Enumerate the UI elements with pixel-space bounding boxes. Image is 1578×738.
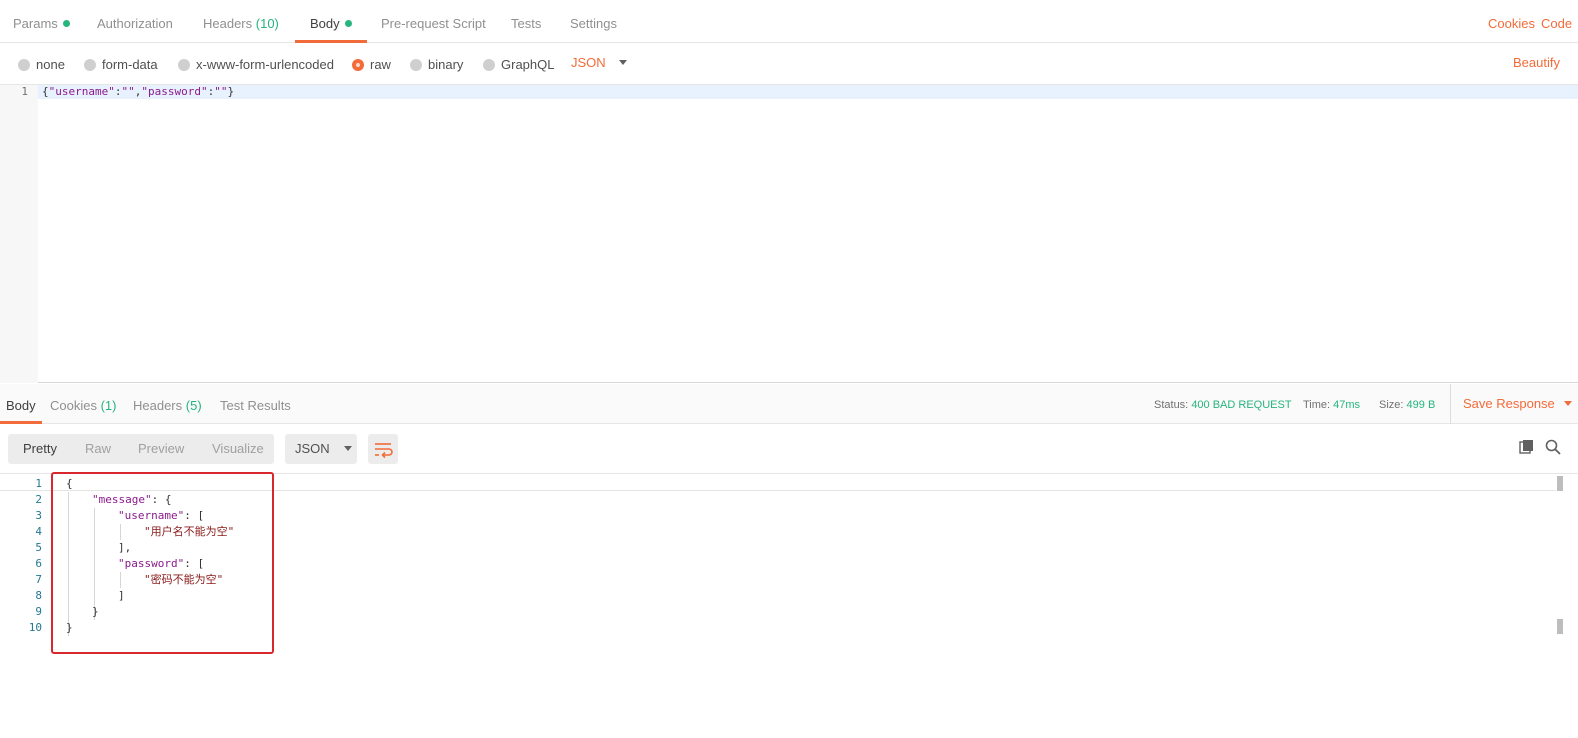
cookies-link[interactable]: Cookies xyxy=(1488,5,1535,43)
radio-graphql-circle xyxy=(483,59,495,71)
line-gutter xyxy=(0,85,38,383)
radio-form-data-label: form-data xyxy=(102,57,158,72)
radio-urlencoded[interactable]: x-www-form-urlencoded xyxy=(178,57,334,73)
line-number: 6 xyxy=(35,557,42,570)
resp-tab-headers-label: Headers xyxy=(133,398,183,413)
view-visualize-button[interactable]: Visualize xyxy=(212,434,264,464)
tab-tests[interactable]: Tests xyxy=(511,5,541,43)
radio-graphql-label: GraphQL xyxy=(501,57,555,72)
radio-raw-label: raw xyxy=(370,57,391,72)
size-value[interactable]: 499 B xyxy=(1407,399,1436,411)
line-number: 3 xyxy=(35,509,42,522)
radio-none-label: none xyxy=(36,57,65,72)
search-icon xyxy=(1545,439,1561,455)
highlight-annotation-box xyxy=(51,472,274,654)
chevron-down-icon xyxy=(343,446,352,451)
request-tabs: Params Authorization Headers (10) Body P… xyxy=(0,5,1578,43)
view-raw-button[interactable]: Raw xyxy=(85,434,111,464)
view-pretty-button[interactable]: Pretty xyxy=(23,434,57,464)
headers-count: (10) xyxy=(255,16,279,31)
tab-params[interactable]: Params xyxy=(13,5,70,43)
body-format-value: JSON xyxy=(571,55,606,70)
code-key-password: "password" xyxy=(141,85,208,98)
line-number: 4 xyxy=(35,525,42,538)
copy-button[interactable] xyxy=(1518,438,1536,456)
tab-body[interactable]: Body xyxy=(295,5,367,43)
chevron-down-icon xyxy=(618,60,627,65)
radio-raw[interactable]: raw xyxy=(352,57,391,73)
line-number: 1 xyxy=(35,477,42,490)
radio-form-data-circle xyxy=(84,59,96,71)
code-value-username: "" xyxy=(121,85,135,98)
wrap-lines-icon xyxy=(375,443,393,459)
body-indicator-dot xyxy=(344,20,352,27)
size-info: Size: 499 B xyxy=(1379,384,1435,424)
view-mode-group: Pretty Raw Preview Visualize xyxy=(8,434,274,464)
resp-tab-cookies-label: Cookies xyxy=(50,398,97,413)
time-info: Time: 47ms xyxy=(1303,384,1360,424)
line-number: 8 xyxy=(35,589,42,602)
copy-icon xyxy=(1519,440,1533,454)
body-format-dropdown[interactable]: JSON xyxy=(571,55,627,70)
line-number: 5 xyxy=(35,541,42,554)
line-number: 10 xyxy=(28,621,42,634)
body-type-row: none form-data x-www-form-urlencoded raw… xyxy=(0,43,1578,85)
resp-tab-test-results[interactable]: Test Results xyxy=(220,384,291,424)
scrollbar-marker[interactable] xyxy=(1557,619,1563,634)
tab-body-label: Body xyxy=(310,16,340,31)
scrollbar-marker[interactable] xyxy=(1557,476,1563,491)
code-brace: { xyxy=(42,85,49,98)
radio-none[interactable]: none xyxy=(18,57,65,73)
tab-settings[interactable]: Settings xyxy=(570,5,617,43)
response-format-value: JSON xyxy=(295,441,330,456)
tab-headers-label: Headers xyxy=(203,16,253,31)
radio-binary-label: binary xyxy=(428,57,464,72)
resp-tab-body[interactable]: Body xyxy=(0,384,42,424)
tab-authorization[interactable]: Authorization xyxy=(97,5,173,43)
request-body-editor[interactable]: 1 {"username":"","password":""} xyxy=(0,85,1578,383)
wrap-lines-button[interactable] xyxy=(368,434,398,464)
save-response-label: Save Response xyxy=(1463,396,1555,411)
radio-graphql[interactable]: GraphQL xyxy=(483,57,554,73)
radio-binary[interactable]: binary xyxy=(410,57,463,73)
tab-pre-request-script[interactable]: Pre-request Script xyxy=(381,5,486,43)
request-body-code[interactable]: {"username":"","password":""} xyxy=(42,85,234,99)
radio-form-data[interactable]: form-data xyxy=(84,57,158,73)
response-format-dropdown[interactable]: JSON xyxy=(285,434,357,464)
line-number: 7 xyxy=(35,573,42,586)
line-number: 2 xyxy=(35,493,42,506)
time-value[interactable]: 47ms xyxy=(1333,399,1360,411)
beautify-button[interactable]: Beautify xyxy=(1513,55,1560,70)
status-value[interactable]: 400 BAD REQUEST xyxy=(1191,399,1291,411)
save-response-button[interactable]: Save Response xyxy=(1450,384,1572,424)
code-key-username: "username" xyxy=(48,85,115,98)
tab-params-label: Params xyxy=(13,16,58,31)
code-brace: } xyxy=(227,85,235,98)
resp-cookies-count: (1) xyxy=(100,398,117,413)
radio-binary-circle xyxy=(410,59,422,71)
radio-urlencoded-circle xyxy=(178,59,190,71)
radio-raw-circle xyxy=(352,59,364,71)
code-value-password: "" xyxy=(214,85,228,98)
code-link[interactable]: Code xyxy=(1541,5,1572,43)
radio-urlencoded-label: x-www-form-urlencoded xyxy=(196,57,334,72)
line-number: 1 xyxy=(21,85,28,98)
resp-headers-count: (5) xyxy=(185,398,202,413)
resp-tab-cookies[interactable]: Cookies (1) xyxy=(50,384,116,424)
chevron-down-icon xyxy=(1563,401,1572,406)
search-button[interactable] xyxy=(1544,438,1562,456)
time-label: Time: xyxy=(1303,399,1331,411)
line-number: 9 xyxy=(35,605,42,618)
status-info: Status: 400 BAD REQUEST xyxy=(1154,384,1292,424)
resp-tab-headers[interactable]: Headers (5) xyxy=(133,384,202,424)
radio-none-circle xyxy=(18,59,30,71)
response-line-numbers: 1 2 3 4 5 6 7 8 9 10 xyxy=(0,476,42,636)
view-preview-button[interactable]: Preview xyxy=(138,434,184,464)
active-line-highlight xyxy=(0,85,1578,99)
tab-headers[interactable]: Headers (10) xyxy=(203,5,279,43)
status-label: Status: xyxy=(1154,399,1189,411)
params-indicator-dot xyxy=(62,20,70,27)
response-tabs: Body Cookies (1) Headers (5) Test Result… xyxy=(0,384,1578,424)
size-label: Size: xyxy=(1379,399,1404,411)
